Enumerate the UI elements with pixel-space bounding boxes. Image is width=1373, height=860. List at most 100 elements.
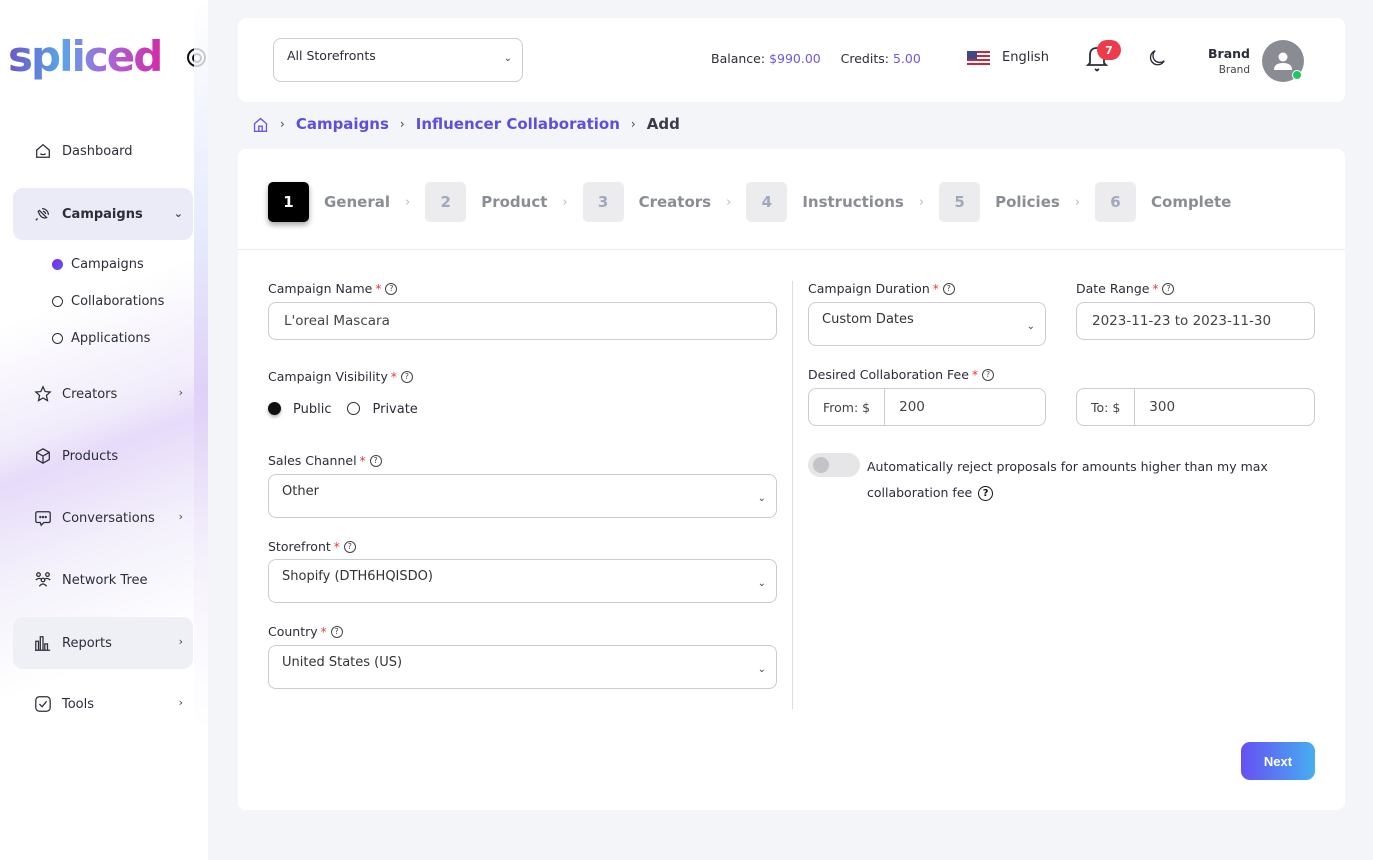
step-policies[interactable]: 5 Policies xyxy=(939,182,1060,222)
sidebar-item-products[interactable]: Products xyxy=(13,430,193,482)
breadcrumb-campaigns[interactable]: Campaigns xyxy=(296,115,389,133)
help-icon[interactable]: ? xyxy=(369,454,382,467)
sidebar-subitem-campaigns[interactable]: Campaigns xyxy=(52,257,144,272)
step-label: General xyxy=(324,193,390,211)
step-number: 6 xyxy=(1095,182,1136,222)
step-general[interactable]: 1 General xyxy=(268,182,390,222)
user-role: Brand xyxy=(1218,64,1250,76)
country-value: United States (US) xyxy=(282,655,403,670)
fee-from-input[interactable]: 200 xyxy=(885,389,1045,425)
help-icon[interactable]: ? xyxy=(978,486,994,501)
sidebar-item-conversations[interactable]: Conversations › xyxy=(13,492,193,544)
balance-credits: Balance: $990.00 Credits: 5.00 xyxy=(711,51,921,66)
sidebar-item-label: Reports xyxy=(62,635,112,651)
radio-private-label[interactable]: Private xyxy=(372,402,417,417)
dark-mode-toggle[interactable] xyxy=(1148,49,1168,69)
step-product[interactable]: 2 Product xyxy=(425,182,547,222)
sidebar-item-reports[interactable]: Reports › xyxy=(13,617,193,669)
sidebar-item-creators[interactable]: Creators › xyxy=(13,368,193,420)
help-icon[interactable]: ? xyxy=(1162,282,1175,295)
help-icon[interactable]: ? xyxy=(330,625,343,638)
stepper: 1 General › 2 Product › 3 Creators › 4 I… xyxy=(268,182,1231,222)
step-label: Creators xyxy=(638,193,712,211)
sidebar-item-label: Products xyxy=(62,448,119,464)
step-number: 3 xyxy=(582,182,624,222)
sidebar-subitem-collaborations[interactable]: Collaborations xyxy=(52,294,164,309)
campaign-duration-label: Campaign Duration * ? xyxy=(808,281,955,296)
help-icon[interactable]: ? xyxy=(400,370,413,383)
column-divider xyxy=(792,281,793,709)
label-text: Desired Collaboration Fee xyxy=(808,367,969,382)
home-icon[interactable] xyxy=(252,116,269,133)
radio-private[interactable] xyxy=(347,401,361,415)
radio-public[interactable] xyxy=(268,401,281,415)
breadcrumb-influencer-collaboration[interactable]: Influencer Collaboration xyxy=(416,115,620,133)
step-creators[interactable]: 3 Creators xyxy=(582,182,712,222)
star-icon xyxy=(34,385,52,403)
label-text: Campaign Duration xyxy=(808,281,930,296)
label-text: Sales Channel xyxy=(268,453,357,468)
active-dot-icon xyxy=(52,259,63,270)
radio-public-label[interactable]: Public xyxy=(293,402,331,417)
language-label: English xyxy=(1002,50,1049,65)
label-text: Date Range xyxy=(1076,281,1150,296)
campaign-duration-select[interactable]: Custom Dates ⌄ xyxy=(808,302,1046,346)
sidebar-subitem-applications[interactable]: Applications xyxy=(52,331,150,346)
step-instructions[interactable]: 4 Instructions xyxy=(746,182,904,222)
step-number: 5 xyxy=(939,182,981,222)
user-icon xyxy=(1274,52,1292,70)
chevron-right-icon: › xyxy=(178,696,183,710)
us-flag-icon xyxy=(967,50,990,65)
label-text: Country xyxy=(268,624,318,639)
online-status-indicator xyxy=(1292,70,1302,80)
storefront-select[interactable]: Shopify (DTH6HQISDO) ⌄ xyxy=(268,559,777,603)
campaign-duration-value: Custom Dates xyxy=(822,312,914,327)
chevron-right-icon: › xyxy=(726,194,732,210)
help-icon[interactable]: ? xyxy=(385,282,398,295)
user-name: Brand xyxy=(1208,46,1250,61)
fee-to-prefix: To: $ xyxy=(1077,389,1136,425)
required-mark: * xyxy=(320,624,327,639)
chat-icon xyxy=(34,509,52,527)
next-button[interactable]: Next xyxy=(1241,742,1315,780)
moon-icon xyxy=(1149,50,1165,66)
chevron-right-icon: › xyxy=(178,635,183,649)
breadcrumb-current: Add xyxy=(646,115,680,133)
country-select[interactable]: United States (US) ⌄ xyxy=(268,645,777,689)
required-mark: * xyxy=(1152,281,1159,296)
date-range-value: 2023-11-23 to 2023-11-30 xyxy=(1092,313,1272,329)
date-range-input[interactable]: 2023-11-23 to 2023-11-30 xyxy=(1076,302,1315,340)
chevron-down-icon: ⌄ xyxy=(757,664,766,675)
sidebar-item-campaigns[interactable]: Campaigns ⌄ xyxy=(13,188,193,240)
breadcrumb-separator-icon: › xyxy=(630,117,636,131)
language-selector[interactable]: English xyxy=(967,50,1049,65)
sidebar-item-network-tree[interactable]: Network Tree xyxy=(13,554,193,606)
required-mark: * xyxy=(932,281,939,296)
sales-channel-value: Other xyxy=(282,484,319,499)
storefront-filter-select[interactable]: All Storefronts ⌄ xyxy=(273,38,523,82)
sales-channel-select[interactable]: Other ⌄ xyxy=(268,474,777,518)
sidebar-item-tools[interactable]: Tools › xyxy=(13,678,193,730)
users-icon xyxy=(34,571,52,589)
sidebar-toggle-icon[interactable] xyxy=(187,48,206,67)
box-icon xyxy=(34,447,52,465)
step-label: Instructions xyxy=(802,193,904,211)
fee-to-input[interactable]: 300 xyxy=(1135,389,1314,425)
help-icon[interactable]: ? xyxy=(343,540,356,553)
auto-reject-text: Automatically reject proposals for amoun… xyxy=(867,459,1268,500)
balance-label: Balance: xyxy=(711,51,766,66)
campaign-name-input[interactable]: L'oreal Mascara xyxy=(268,302,777,340)
user-info[interactable]: Brand Brand xyxy=(1190,46,1250,76)
sidebar-item-label: Tools xyxy=(62,696,95,712)
sidebar-item-dashboard[interactable]: Dashboard xyxy=(13,125,193,177)
help-icon[interactable]: ? xyxy=(981,368,994,381)
sidebar: spliced Dashboard Campaigns ⌄ Campaigns … xyxy=(0,0,208,860)
help-icon[interactable]: ? xyxy=(942,282,955,295)
label-text: Campaign Visibility xyxy=(268,369,388,384)
logo[interactable]: spliced xyxy=(8,33,163,81)
auto-reject-toggle[interactable] xyxy=(808,453,860,477)
campaign-name-value: L'oreal Mascara xyxy=(284,313,390,329)
step-complete[interactable]: 6 Complete xyxy=(1095,182,1231,222)
step-number: 4 xyxy=(746,182,788,222)
top-header: All Storefronts ⌄ Balance: $990.00 Credi… xyxy=(238,18,1345,102)
